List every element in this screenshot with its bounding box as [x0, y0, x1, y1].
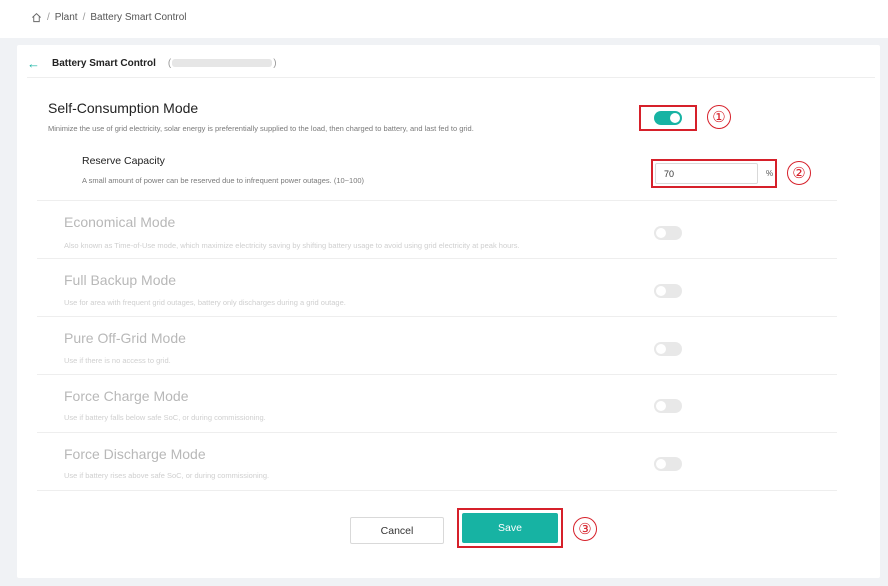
breadcrumb-separator: / [82, 12, 86, 23]
cancel-button[interactable]: Cancel [350, 517, 444, 544]
force-charge-mode-title: Force Charge Mode [64, 388, 189, 404]
breadcrumb: / Plant / Battery Smart Control [31, 12, 187, 23]
pure-off-grid-mode-toggle[interactable] [654, 342, 682, 356]
reserve-capacity-input[interactable]: 70 [655, 163, 758, 184]
force-charge-mode-desc: Use if battery falls below safe SoC, or … [64, 413, 266, 422]
section-divider [37, 374, 837, 375]
reserve-capacity-unit: % [766, 169, 774, 178]
pure-off-grid-mode-desc: Use if there is no access to grid. [64, 356, 171, 365]
page-title: Battery Smart Control [52, 57, 156, 69]
full-backup-mode-desc: Use for area with frequent grid outages,… [64, 298, 346, 307]
section-divider [37, 200, 837, 201]
full-backup-mode-toggle[interactable] [654, 284, 682, 298]
section-divider [37, 258, 837, 259]
section-divider [37, 432, 837, 433]
self-consumption-toggle[interactable] [654, 111, 682, 125]
page-header: ← Battery Smart Control () [27, 53, 277, 73]
full-backup-mode-title: Full Backup Mode [64, 272, 177, 288]
reserve-capacity-title: Reserve Capacity [82, 155, 165, 167]
top-bar: / Plant / Battery Smart Control [0, 0, 888, 38]
force-discharge-mode-toggle[interactable] [654, 457, 682, 471]
self-consumption-desc: Minimize the use of grid electricity, so… [48, 124, 474, 133]
section-divider [37, 316, 837, 317]
save-button[interactable]: Save [462, 513, 558, 543]
force-discharge-mode-title: Force Discharge Mode [64, 446, 206, 462]
callout-2: ② [787, 161, 811, 185]
back-arrow-icon[interactable]: ← [27, 56, 40, 71]
economical-mode-desc: Also known as Time-of-Use mode, which ma… [64, 241, 520, 250]
breadcrumb-current: Battery Smart Control [90, 12, 187, 23]
economical-mode-toggle[interactable] [654, 226, 682, 240]
economical-mode-title: Economical Mode [64, 214, 176, 230]
redacted-block [172, 58, 273, 67]
force-charge-mode-toggle[interactable] [654, 399, 682, 413]
force-discharge-mode-desc: Use if battery rises above safe SoC, or … [64, 471, 270, 480]
breadcrumb-separator: / [47, 12, 50, 23]
pure-off-grid-mode-title: Pure Off-Grid Mode [64, 330, 186, 346]
reserve-capacity-desc: A small amount of power can be reserved … [82, 176, 365, 185]
plant-name-redacted: () [167, 57, 277, 69]
main-card: ← Battery Smart Control () Self-Consumpt… [17, 45, 880, 578]
self-consumption-title: Self-Consumption Mode [48, 100, 199, 116]
section-divider [37, 490, 837, 491]
breadcrumb-plant[interactable]: Plant [55, 12, 78, 23]
callout-3: ③ [573, 517, 597, 541]
header-divider [27, 77, 875, 78]
home-icon[interactable] [31, 12, 42, 23]
callout-1: ① [707, 105, 731, 129]
